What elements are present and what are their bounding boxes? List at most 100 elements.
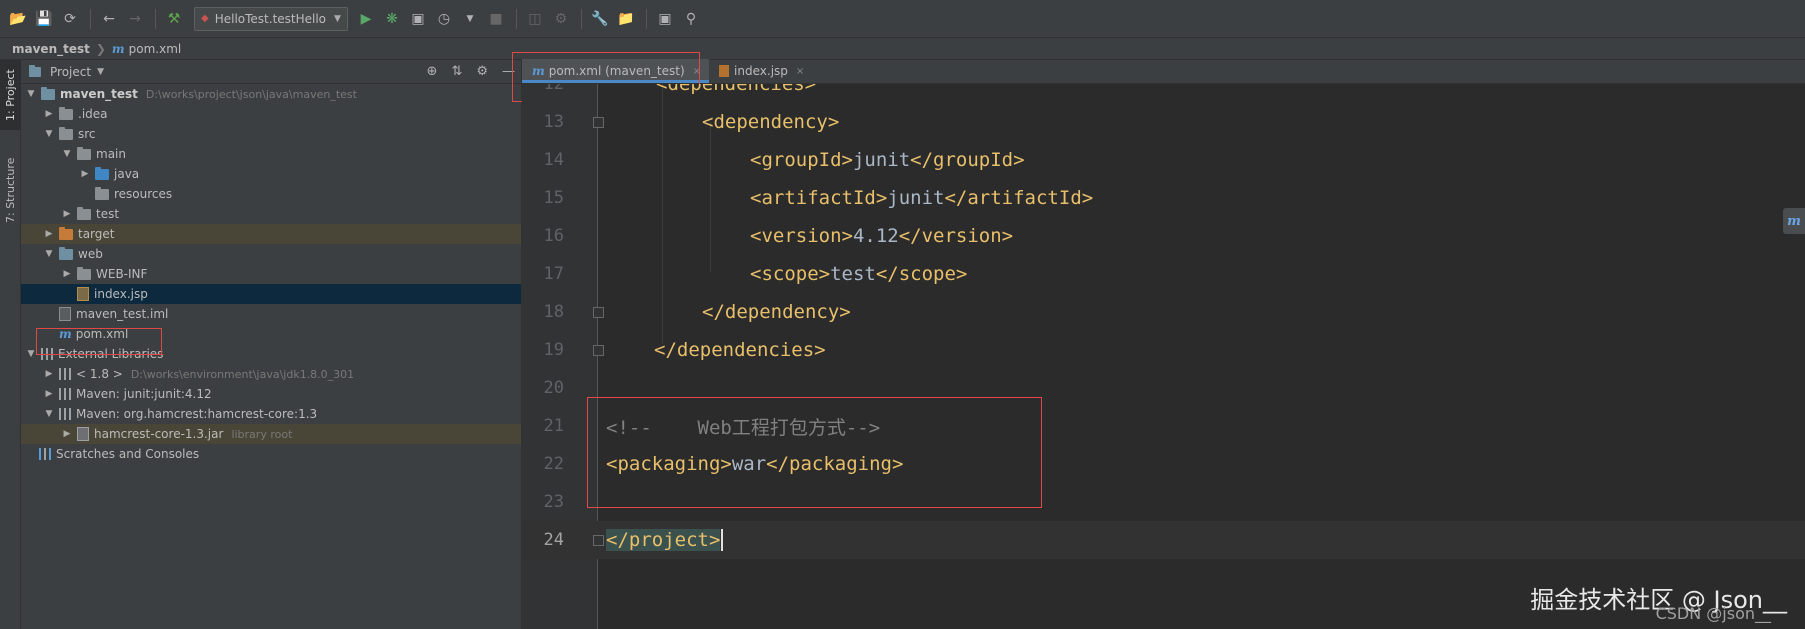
tree-item-java[interactable]: ▶ java [21, 164, 521, 184]
terminal-icon[interactable]: ▣ [653, 7, 677, 31]
code-line-12: 12 <dependencies> [522, 84, 1805, 103]
tree-item-label: target [78, 227, 115, 241]
folder-icon [77, 146, 91, 160]
project-structure-icon[interactable]: 📁 [614, 7, 638, 31]
breadcrumb-project[interactable]: maven_test [12, 42, 90, 56]
more-run-options-icon[interactable]: ▼ [458, 7, 482, 31]
code-editor[interactable]: 12 <dependencies> 13 <dependency> 14 <gr… [522, 84, 1805, 629]
tree-item-idea[interactable]: ▶ .idea [21, 104, 521, 124]
collapsed-arrow-icon[interactable]: ▶ [61, 429, 73, 439]
tree-item-junit-library[interactable]: ▶ Maven: junit:junit:4.12 [21, 384, 521, 404]
tab-project-tool-window[interactable]: 1: Project [0, 60, 21, 130]
tree-item-label: web [78, 247, 103, 261]
toolbar-separator [515, 8, 517, 29]
tree-item-hamcrest-jar[interactable]: ▶ hamcrest-core-1.3.jar library root [21, 424, 521, 444]
tree-item-resources[interactable]: resources [21, 184, 521, 204]
tree-item-target[interactable]: ▶ target [21, 224, 521, 244]
tree-item-web-inf[interactable]: ▶ WEB-INF [21, 264, 521, 284]
forward-arrow-icon[interactable]: → [123, 7, 147, 31]
settings-wrench-icon[interactable]: 🔧 [588, 7, 612, 31]
tree-item-web[interactable]: ▼ web [21, 244, 521, 264]
module-folder-icon [41, 86, 55, 100]
hide-panel-icon[interactable]: — [502, 64, 515, 79]
expanded-arrow-icon[interactable]: ▼ [43, 129, 55, 139]
tree-item-src[interactable]: ▼ src [21, 124, 521, 144]
expanded-arrow-icon[interactable]: ▼ [43, 409, 55, 419]
chevron-down-icon[interactable]: ▼ [97, 67, 104, 77]
tree-item-scratches[interactable]: Scratches and Consoles [21, 444, 521, 464]
tree-item-hamcrest-library[interactable]: ▼ Maven: org.hamcrest:hamcrest-core:1.3 [21, 404, 521, 424]
tab-label: pom.xml (maven_test) [548, 64, 685, 78]
vcs-commit-icon[interactable]: ⚙ [549, 7, 573, 31]
code-line-23: 23 [522, 483, 1805, 521]
tab-index-jsp[interactable]: index.jsp × [709, 59, 812, 83]
tree-item-path: library root [231, 427, 293, 441]
close-icon[interactable]: × [693, 66, 701, 77]
project-tool-window: Project ▼ ⊕ ⇅ ⚙ — ▼ maven_test D:\works\… [21, 60, 522, 629]
line-number: 19 [543, 340, 564, 360]
line-number: 13 [543, 112, 564, 132]
collapsed-arrow-icon[interactable]: ▶ [43, 109, 55, 119]
run-icon[interactable]: ▶ [354, 7, 378, 31]
tree-item-test[interactable]: ▶ test [21, 204, 521, 224]
save-all-icon[interactable]: 💾 [32, 7, 56, 31]
locate-target-icon[interactable]: ⊕ [427, 64, 438, 79]
tree-item-external-libraries[interactable]: ▼ External Libraries [21, 344, 521, 364]
tree-item-label: index.jsp [94, 287, 148, 301]
build-hammer-icon[interactable]: ⚒ [162, 7, 186, 31]
stop-icon[interactable]: ■ [484, 7, 508, 31]
tree-item-maven-test[interactable]: ▼ maven_test D:\works\project\json\java\… [21, 84, 521, 104]
project-tab-label: 1: Project [4, 69, 17, 121]
maven-library-icon [59, 408, 71, 420]
folder-icon [77, 206, 91, 220]
code-text: </project> [606, 528, 724, 552]
collapsed-arrow-icon[interactable]: ▶ [79, 169, 91, 179]
fold-marker-icon[interactable] [593, 535, 604, 546]
collapse-all-icon[interactable]: ⇅ [451, 64, 462, 79]
maven-reload-icon[interactable]: m [1783, 208, 1805, 234]
tree-item-jdk[interactable]: ▶ < 1.8 > D:\works\environment\java\jdk1… [21, 364, 521, 384]
expanded-arrow-icon[interactable]: ▼ [25, 89, 37, 99]
expanded-arrow-icon[interactable]: ▼ [43, 249, 55, 259]
collapsed-arrow-icon[interactable]: ▶ [43, 229, 55, 239]
iml-file-icon [59, 307, 71, 321]
web-folder-icon [59, 246, 73, 260]
breadcrumb-file[interactable]: pom.xml [129, 42, 182, 56]
code-text: <scope>test</scope> [750, 263, 968, 285]
code-text: <packaging>war</packaging> [606, 453, 904, 475]
fold-marker-icon[interactable] [593, 117, 604, 128]
code-comment: <!-- Web工程打包方式--> [606, 416, 881, 439]
tree-item-main[interactable]: ▼ main [21, 144, 521, 164]
tree-item-index-jsp[interactable]: index.jsp [21, 284, 521, 304]
tree-item-maven-test-iml[interactable]: maven_test.iml [21, 304, 521, 324]
open-folder-icon[interactable]: 📂 [6, 7, 30, 31]
gear-icon[interactable]: ⚙ [476, 64, 488, 79]
run-config-icon: ◆ [201, 13, 209, 24]
collapsed-arrow-icon[interactable]: ▶ [61, 269, 73, 279]
collapsed-arrow-icon[interactable]: ▶ [61, 209, 73, 219]
search-icon[interactable]: ⚲ [679, 7, 703, 31]
expanded-arrow-icon[interactable]: ▼ [25, 349, 37, 359]
collapsed-arrow-icon[interactable]: ▶ [43, 389, 55, 399]
tree-item-label: Maven: junit:junit:4.12 [76, 387, 212, 401]
vcs-update-icon[interactable]: ◫ [523, 7, 547, 31]
profile-icon[interactable]: ◷ [432, 7, 456, 31]
tree-item-pom-xml[interactable]: m pom.xml [21, 324, 521, 344]
toolbar-separator [155, 8, 156, 29]
fold-marker-icon[interactable] [593, 307, 604, 318]
collapsed-arrow-icon[interactable]: ▶ [43, 369, 55, 379]
tab-pom-xml[interactable]: m pom.xml (maven_test) × [522, 59, 710, 83]
run-with-coverage-icon[interactable]: ▣ [406, 7, 430, 31]
tree-item-label: test [96, 207, 120, 221]
fold-marker-icon[interactable] [593, 345, 604, 356]
close-icon[interactable]: × [796, 66, 804, 77]
code-line-16: 16 <version>4.12</version> [522, 217, 1805, 255]
back-arrow-icon[interactable]: ← [97, 7, 121, 31]
run-configuration-dropdown[interactable]: ◆ HelloTest.testHello ▼ [194, 6, 348, 31]
project-view-selector[interactable]: Project [50, 65, 91, 79]
debug-bug-icon[interactable]: ❋ [380, 7, 404, 31]
tab-structure-tool-window[interactable]: 7: Structure [0, 140, 21, 240]
expanded-arrow-icon[interactable]: ▼ [61, 149, 73, 159]
watermark-subtext: CSDN @json__ [1655, 604, 1771, 623]
synchronize-icon[interactable]: ⟳ [58, 7, 82, 31]
